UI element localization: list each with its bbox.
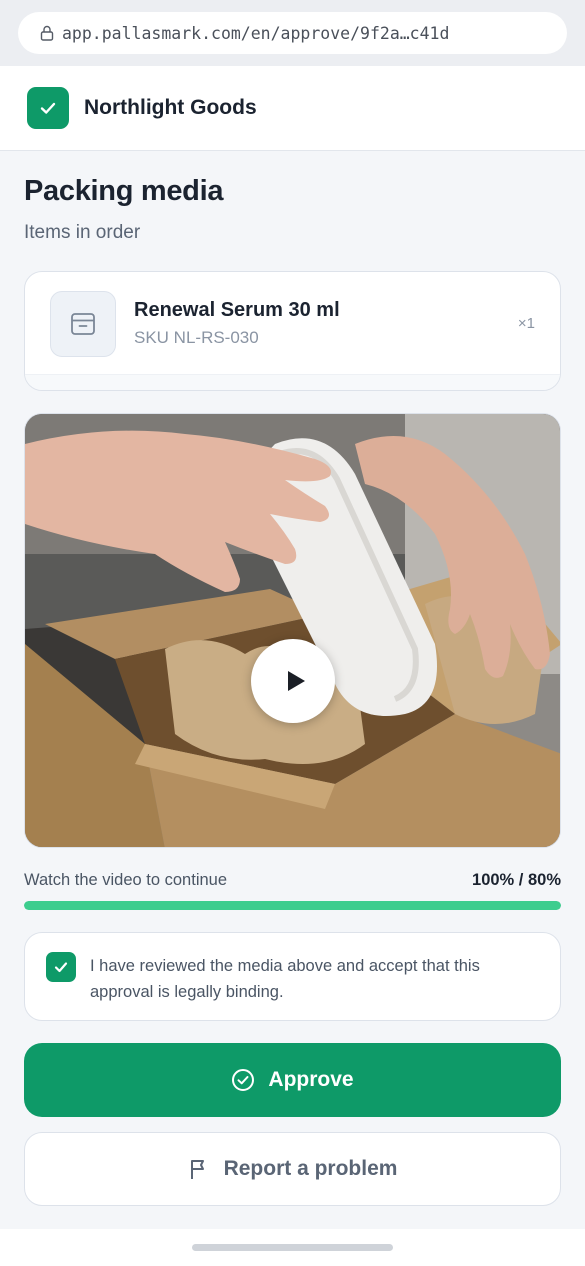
- flag-icon: [188, 1158, 208, 1180]
- approve-button[interactable]: Approve: [24, 1043, 561, 1117]
- brand-name: Northlight Goods: [84, 96, 257, 119]
- archive-box-icon: [70, 312, 96, 336]
- app-header: Northlight Goods: [0, 66, 585, 151]
- item-name: Renewal Serum 30 ml: [134, 299, 340, 321]
- check-icon: [38, 98, 58, 118]
- home-indicator[interactable]: [192, 1244, 393, 1251]
- address-bar[interactable]: app.pallasmark.com/en/approve/9f2a…c41d: [18, 12, 567, 54]
- consent-box: I have reviewed the media above and acce…: [24, 932, 561, 1021]
- watch-progress-bar: [24, 901, 561, 910]
- item-card-footer: [25, 374, 560, 390]
- system-bottom-bar: [0, 1229, 585, 1266]
- watch-progress-fill: [24, 901, 561, 910]
- lock-icon: [38, 24, 56, 42]
- item-sku: SKU NL-RS-030: [134, 328, 259, 347]
- approve-label: Approve: [268, 1068, 354, 1091]
- progress-value: 100% / 80%: [472, 871, 561, 889]
- video-thumbnail: [25, 414, 560, 847]
- item-quantity: ×1: [517, 315, 535, 332]
- page-title: Packing media: [24, 175, 224, 207]
- progress-label: Watch the video to continue: [24, 871, 228, 889]
- consent-text: I have reviewed the media above and acce…: [90, 957, 480, 1001]
- brand-logo: [27, 87, 69, 129]
- checkmark-icon: [53, 959, 69, 975]
- browser-chrome: app.pallasmark.com/en/approve/9f2a…c41d: [0, 0, 585, 66]
- order-item-card: Renewal Serum 30 ml SKU NL-RS-030 ×1: [24, 271, 561, 391]
- play-button[interactable]: [251, 639, 335, 723]
- report-problem-button[interactable]: Report a problem: [24, 1132, 561, 1206]
- report-label: Report a problem: [223, 1157, 398, 1180]
- url-text: app.pallasmark.com/en/approve/9f2a…c41d: [62, 23, 450, 43]
- check-circle-icon: [231, 1068, 255, 1092]
- play-icon: [286, 670, 306, 692]
- page-subtitle: Items in order: [24, 222, 141, 243]
- packing-video-player[interactable]: [24, 413, 561, 848]
- consent-checkbox[interactable]: [46, 952, 76, 982]
- item-thumbnail: [50, 291, 116, 357]
